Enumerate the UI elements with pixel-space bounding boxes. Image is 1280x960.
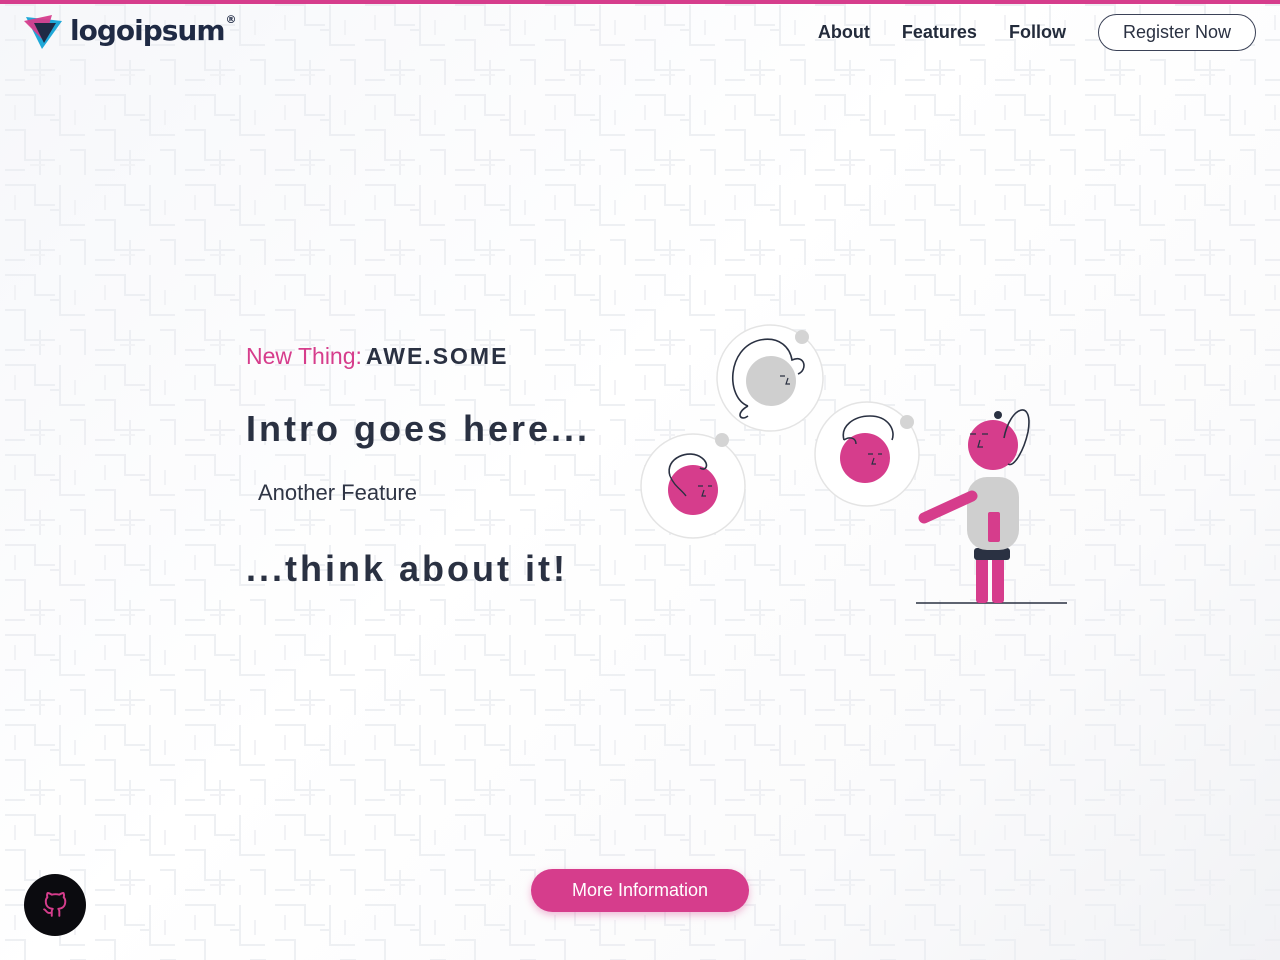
- hero-illustration: [640, 324, 1067, 604]
- logo-mark-icon: [24, 15, 62, 49]
- thought-bubble-right: [814, 401, 920, 507]
- thought-bubble-grey: [716, 324, 824, 432]
- logo-text: logoipsum®: [70, 13, 237, 47]
- logo-link[interactable]: logoipsum®: [22, 10, 237, 54]
- register-now-button[interactable]: Register Now: [1097, 14, 1256, 51]
- hero-intro-heading: Intro goes here...: [246, 408, 591, 449]
- main-nav: About Features Follow Register Now: [818, 14, 1256, 51]
- trademark-mark: ®: [225, 13, 237, 27]
- nav-link-follow[interactable]: Follow: [1009, 22, 1066, 43]
- nav-link-features[interactable]: Features: [902, 22, 977, 43]
- hero-eyebrow: New Thing: AWE.SOME: [246, 340, 590, 372]
- hero-feature-text: Another Feature: [258, 480, 417, 505]
- hero-outro-heading: ...think about it!: [246, 548, 568, 589]
- site-header: logoipsum® About Features Follow Registe…: [0, 4, 1280, 62]
- hero-text: New Thing: AWE.SOME Intro goes here... An…: [246, 340, 590, 591]
- thought-bubble-left: [640, 433, 746, 539]
- more-information-button[interactable]: More Information: [531, 869, 749, 912]
- github-button[interactable]: [24, 874, 86, 936]
- standing-person: [916, 409, 1067, 604]
- eyebrow-highlight: AWE.SOME: [365, 343, 509, 369]
- eyebrow-prefix: New Thing:: [246, 343, 362, 369]
- nav-link-about[interactable]: About: [818, 22, 870, 43]
- github-icon: [43, 892, 67, 917]
